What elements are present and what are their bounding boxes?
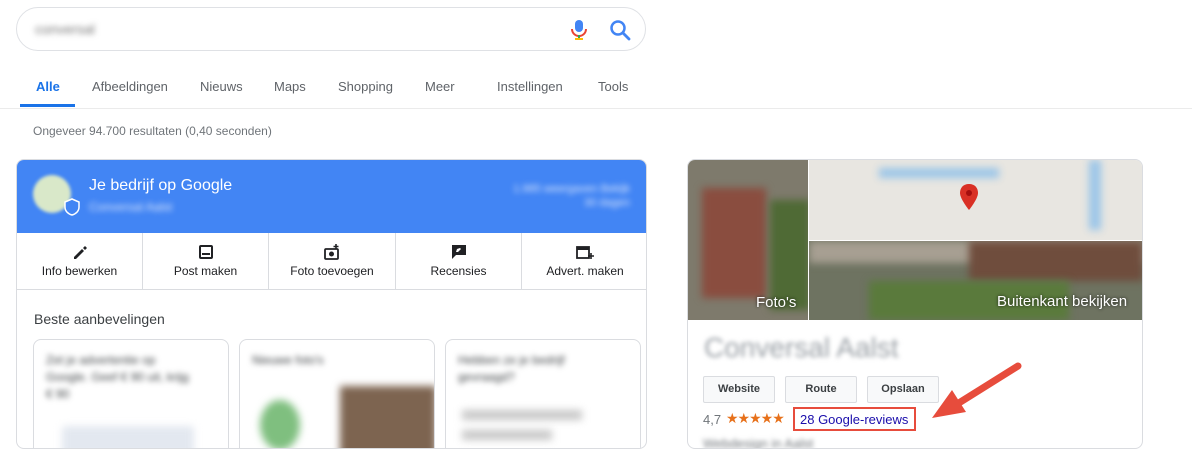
search-query[interactable]: conversal <box>35 21 95 37</box>
website-button[interactable]: Website <box>703 376 775 403</box>
recommendation-card[interactable]: Nieuwe foto's <box>239 339 435 448</box>
post-icon <box>198 245 213 259</box>
business-header: Je bedrijf op Google Conversal Aalst 1.9… <box>17 160 646 233</box>
recommendation-image <box>260 400 300 448</box>
tabs-divider <box>0 108 1192 109</box>
recommendations-title: Beste aanbevelingen <box>34 311 165 327</box>
action-label: Recensies <box>430 264 487 278</box>
reviews-highlight-box <box>793 407 916 431</box>
business-stats[interactable]: 1.985 weergaven Bekijk 30 dagen <box>510 182 630 210</box>
business-name: Conversal Aalst <box>704 332 899 363</box>
business-type: Webdesign in Aalst <box>703 436 814 449</box>
map-road <box>879 168 999 178</box>
business-title: Je bedrijf op Google <box>89 177 233 194</box>
photos-label: Foto's <box>756 294 797 311</box>
add-photo-icon <box>324 244 339 260</box>
recommendation-line <box>462 430 552 440</box>
recommendation-text: Hebben ze je bedrijf gevraagd? <box>458 353 565 384</box>
street-view-label: Buitenkant bekijken <box>997 293 1128 310</box>
recommendation-line <box>462 410 582 420</box>
pencil-icon <box>73 246 87 259</box>
recommendation-image <box>340 386 434 448</box>
review-icon <box>451 245 466 259</box>
street-view-tile[interactable]: Buitenkant bekijken <box>809 241 1142 320</box>
search-box[interactable]: conversal <box>16 7 646 51</box>
advert-maken-button[interactable]: Advert. maken <box>522 233 646 289</box>
tab-afbeeldingen[interactable]: Afbeeldingen <box>92 79 168 94</box>
recommendation-card[interactable]: Hebben ze je bedrijf gevraagd? <box>445 339 641 448</box>
business-actions: Info bewerken Post maken Foto toevoegen … <box>17 233 646 290</box>
post-maken-button[interactable]: Post maken <box>143 233 269 289</box>
action-label: Post maken <box>173 264 238 278</box>
tab-alle[interactable]: Alle <box>36 79 60 94</box>
map-pin-icon <box>960 184 978 210</box>
rating-stars: ★★★★★ <box>726 410 785 426</box>
microphone-icon[interactable] <box>569 19 589 41</box>
tab-instellingen[interactable]: Instellingen <box>497 79 563 94</box>
recommendation-image <box>62 426 194 448</box>
active-tab-indicator <box>20 104 75 107</box>
building-image <box>702 188 766 298</box>
knowledge-panel: Foto's Buitenkant bekijken Conversal Aal… <box>687 159 1143 449</box>
tab-shopping[interactable]: Shopping <box>338 79 393 94</box>
tab-meer[interactable]: Meer <box>425 79 455 94</box>
recensies-button[interactable]: Recensies <box>396 233 522 289</box>
annotation-arrow-icon <box>932 362 1022 418</box>
recommendation-card[interactable]: Zet je advertentie op Google. Geef € 90 … <box>33 339 229 448</box>
business-subtitle[interactable]: Conversal Aalst <box>89 200 172 214</box>
tab-tools[interactable]: Tools <box>598 79 628 94</box>
foto-toevoegen-button[interactable]: Foto toevoegen <box>269 233 396 289</box>
recommendation-text: Zet je advertentie op Google. Geef € 90 … <box>46 353 189 401</box>
opslaan-button[interactable]: Opslaan <box>867 376 939 403</box>
search-icon[interactable] <box>609 19 631 41</box>
route-button[interactable]: Route <box>785 376 857 403</box>
create-ad-icon <box>576 246 594 259</box>
info-bewerken-button[interactable]: Info bewerken <box>17 233 143 289</box>
rating-value: 4,7 <box>703 412 722 427</box>
photos-tile[interactable]: Foto's <box>688 160 808 320</box>
verified-shield-icon <box>64 198 80 216</box>
tab-maps[interactable]: Maps <box>274 79 306 94</box>
action-label: Advert. maken <box>546 264 624 278</box>
business-profile-card: Je bedrijf op Google Conversal Aalst 1.9… <box>16 159 647 449</box>
action-label: Info bewerken <box>41 264 118 278</box>
action-label: Foto toevoegen <box>290 264 374 278</box>
street-building <box>969 241 1142 281</box>
recommendation-text: Nieuwe foto's <box>252 353 324 367</box>
result-stats: Ongeveer 94.700 resultaten (0,40 seconde… <box>33 124 272 138</box>
map-road <box>1089 160 1101 230</box>
map-tile[interactable] <box>809 160 1142 240</box>
tab-nieuws[interactable]: Nieuws <box>200 79 243 94</box>
